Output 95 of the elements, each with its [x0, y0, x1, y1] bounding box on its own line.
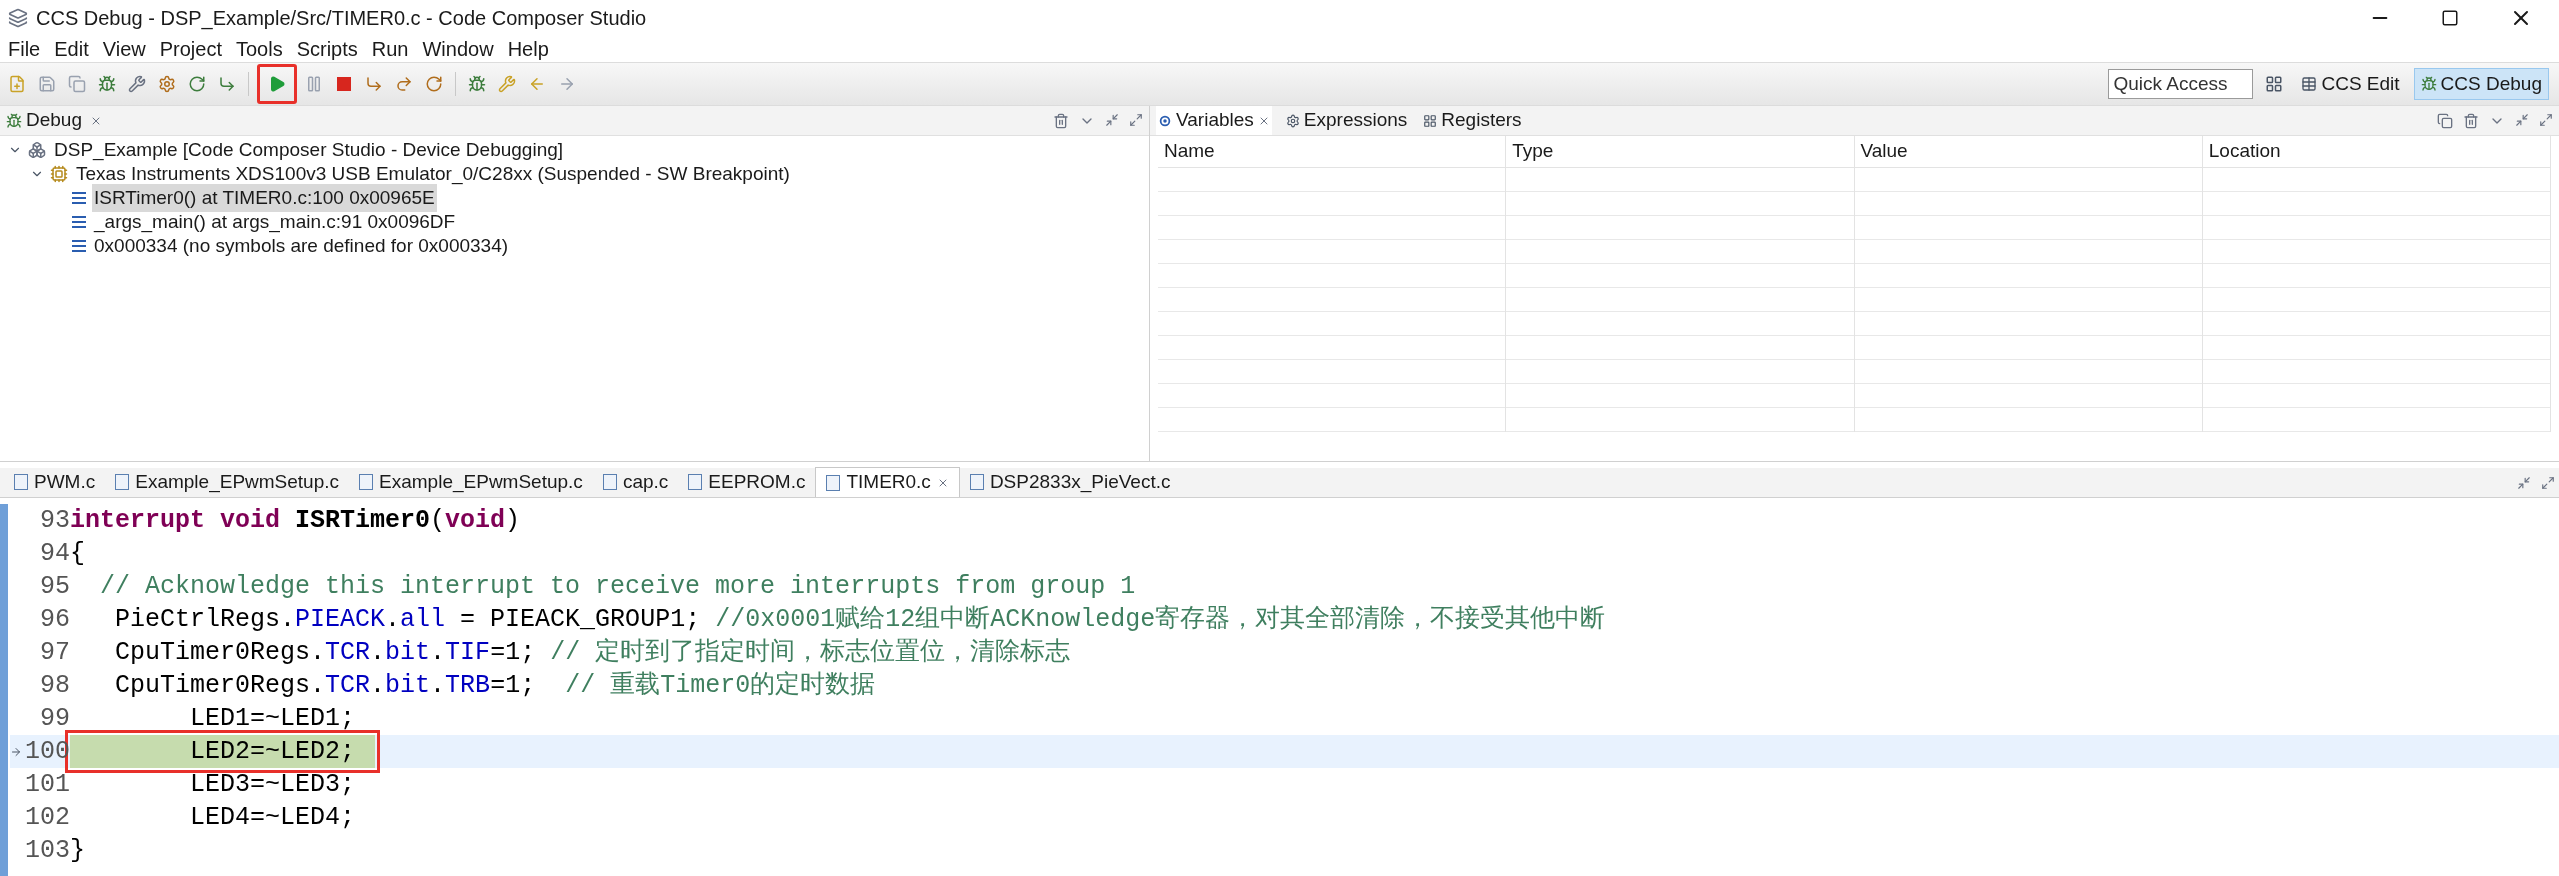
perspective-button[interactable]: CCS Debug: [2413, 68, 2549, 100]
code-line: CpuTimer0Regs.TCR.bit.TIF=1; // 定时到了指定时间，标志位置位，清除标志: [114, 636, 1071, 669]
line-number: 96: [40, 603, 70, 636]
app-logo-icon: [8, 8, 28, 28]
file-icon: [688, 474, 703, 490]
line-number: 101: [25, 768, 70, 801]
chip-icon: [50, 165, 68, 183]
settings-icon[interactable]: [158, 75, 176, 93]
file-icon: [826, 474, 841, 491]
menu-item[interactable]: File: [8, 34, 41, 64]
menu-item[interactable]: Edit: [54, 34, 89, 64]
menu-item[interactable]: Project: [159, 34, 222, 64]
line-number: 98: [40, 669, 70, 702]
remove-icon[interactable]: [1053, 112, 1069, 129]
menu-item[interactable]: Scripts: [296, 34, 358, 64]
menu-item[interactable]: Help: [507, 34, 549, 64]
minimize-view-icon[interactable]: [1105, 112, 1119, 127]
editor-tab[interactable]: TIMER0.c: [815, 467, 960, 497]
variable-icon: [1158, 113, 1172, 128]
line-number: 102: [25, 801, 70, 834]
file-icon: [359, 474, 374, 490]
open-perspective-icon[interactable]: [2265, 75, 2284, 93]
gear-icon: [1285, 113, 1300, 128]
view-tab[interactable]: Expressions: [1283, 106, 1410, 135]
file-icon: [969, 474, 984, 490]
editor-tab[interactable]: PWM.c: [4, 467, 106, 497]
maximize-view-icon[interactable]: [1129, 112, 1143, 127]
column-header[interactable]: Location: [2202, 136, 2551, 168]
line-number: 93: [40, 504, 70, 537]
menu-item[interactable]: Run: [371, 34, 409, 64]
quick-access-field[interactable]: Quick Access: [2108, 69, 2254, 99]
editor-tab[interactable]: EEPROM.c: [678, 467, 816, 497]
project-icon: [28, 141, 46, 159]
code-line: LED3=~LED3;: [189, 768, 356, 801]
code-line: }: [70, 834, 85, 867]
debug-tab[interactable]: Debug: [6, 106, 102, 135]
maximize-view-icon[interactable]: [2541, 475, 2555, 490]
menu-item[interactable]: View: [102, 34, 146, 64]
instruction-pointer-icon: [10, 745, 22, 758]
play-icon: [268, 75, 286, 93]
file-icon: [115, 474, 130, 490]
resume-button[interactable]: [257, 64, 297, 104]
editor-tab[interactable]: cap.c: [592, 467, 679, 497]
bug-icon: [2420, 76, 2437, 92]
collapse-all-icon[interactable]: [2437, 112, 2453, 129]
minimize-view-icon[interactable]: [2517, 475, 2531, 490]
step-into-icon[interactable]: [365, 75, 383, 93]
code-line: LED4=~LED4;: [189, 801, 356, 834]
editor-tab[interactable]: Example_EPwmSetup.c: [105, 467, 350, 497]
code-line: interrupt void ISRTimer0(void): [70, 504, 521, 537]
view-tab[interactable]: Variables: [1156, 106, 1272, 135]
view-tab[interactable]: Registers: [1421, 106, 1524, 135]
wrench-icon[interactable]: [128, 75, 146, 93]
bug-icon[interactable]: [468, 75, 486, 93]
stack-frame-icon: [72, 192, 86, 204]
refresh-icon[interactable]: [188, 75, 206, 93]
code-line: // Acknowledge this interrupt to receive more interrupts from group 1: [99, 570, 1136, 603]
pause-icon[interactable]: [305, 75, 323, 93]
minimize-view-icon[interactable]: [2515, 112, 2529, 127]
line-number: 94: [40, 537, 70, 570]
grid-icon: [1423, 113, 1438, 128]
perspective-button[interactable]: CCS Edit: [2295, 68, 2406, 100]
debug-icon[interactable]: [98, 75, 116, 93]
editor-tab[interactable]: Example_EPwmSetup.c: [349, 467, 593, 497]
save-all-icon[interactable]: [68, 75, 86, 93]
bug-icon: [6, 112, 22, 129]
column-header[interactable]: Value: [1854, 136, 2203, 168]
line-number: 97: [40, 636, 70, 669]
line-number: 103: [25, 834, 70, 867]
step-return-icon[interactable]: [425, 75, 443, 93]
maximize-view-icon[interactable]: [2539, 112, 2553, 127]
step-over-icon[interactable]: [395, 75, 413, 93]
save-icon[interactable]: [38, 75, 56, 93]
window-title: CCS Debug - DSP_Example/Src/TIMER0.c - Code Composer Studio: [36, 6, 647, 32]
code-line: CpuTimer0Regs.TCR.bit.TRB=1; // 重载Timer0的定时数据: [114, 669, 876, 702]
code-line: LED1=~LED1;: [189, 702, 356, 735]
line-number: 99: [40, 702, 70, 735]
column-header[interactable]: Name: [1158, 136, 1507, 168]
stack-frame-icon: [72, 240, 86, 252]
editor-tab[interactable]: DSP2833x_PieVect.c: [959, 467, 1181, 497]
stack-frame-icon: [72, 216, 86, 228]
line-number: 95: [40, 570, 70, 603]
code-line: {: [70, 537, 85, 570]
forward-icon[interactable]: [558, 75, 576, 93]
menu-item[interactable]: Tools: [235, 34, 283, 64]
file-icon: [602, 474, 617, 490]
column-header[interactable]: Type: [1506, 136, 1855, 168]
maximize-icon[interactable]: [2441, 9, 2459, 27]
step-icon[interactable]: [218, 75, 236, 93]
remove-icon[interactable]: [2463, 112, 2479, 129]
code-line: PieCtrlRegs.PIEACK.all = PIEACK_GROUP1; //0x0001赋给12组中断ACKnowledge寄存器，对其全部清除，不接受其他中断: [114, 603, 1606, 636]
tree-item[interactable]: ISRTimer0() at TIMER0.c:100 0x00965E: [92, 183, 437, 213]
file-icon: [14, 474, 28, 490]
table-icon: [2301, 76, 2318, 92]
menu-item[interactable]: Window: [422, 34, 494, 64]
